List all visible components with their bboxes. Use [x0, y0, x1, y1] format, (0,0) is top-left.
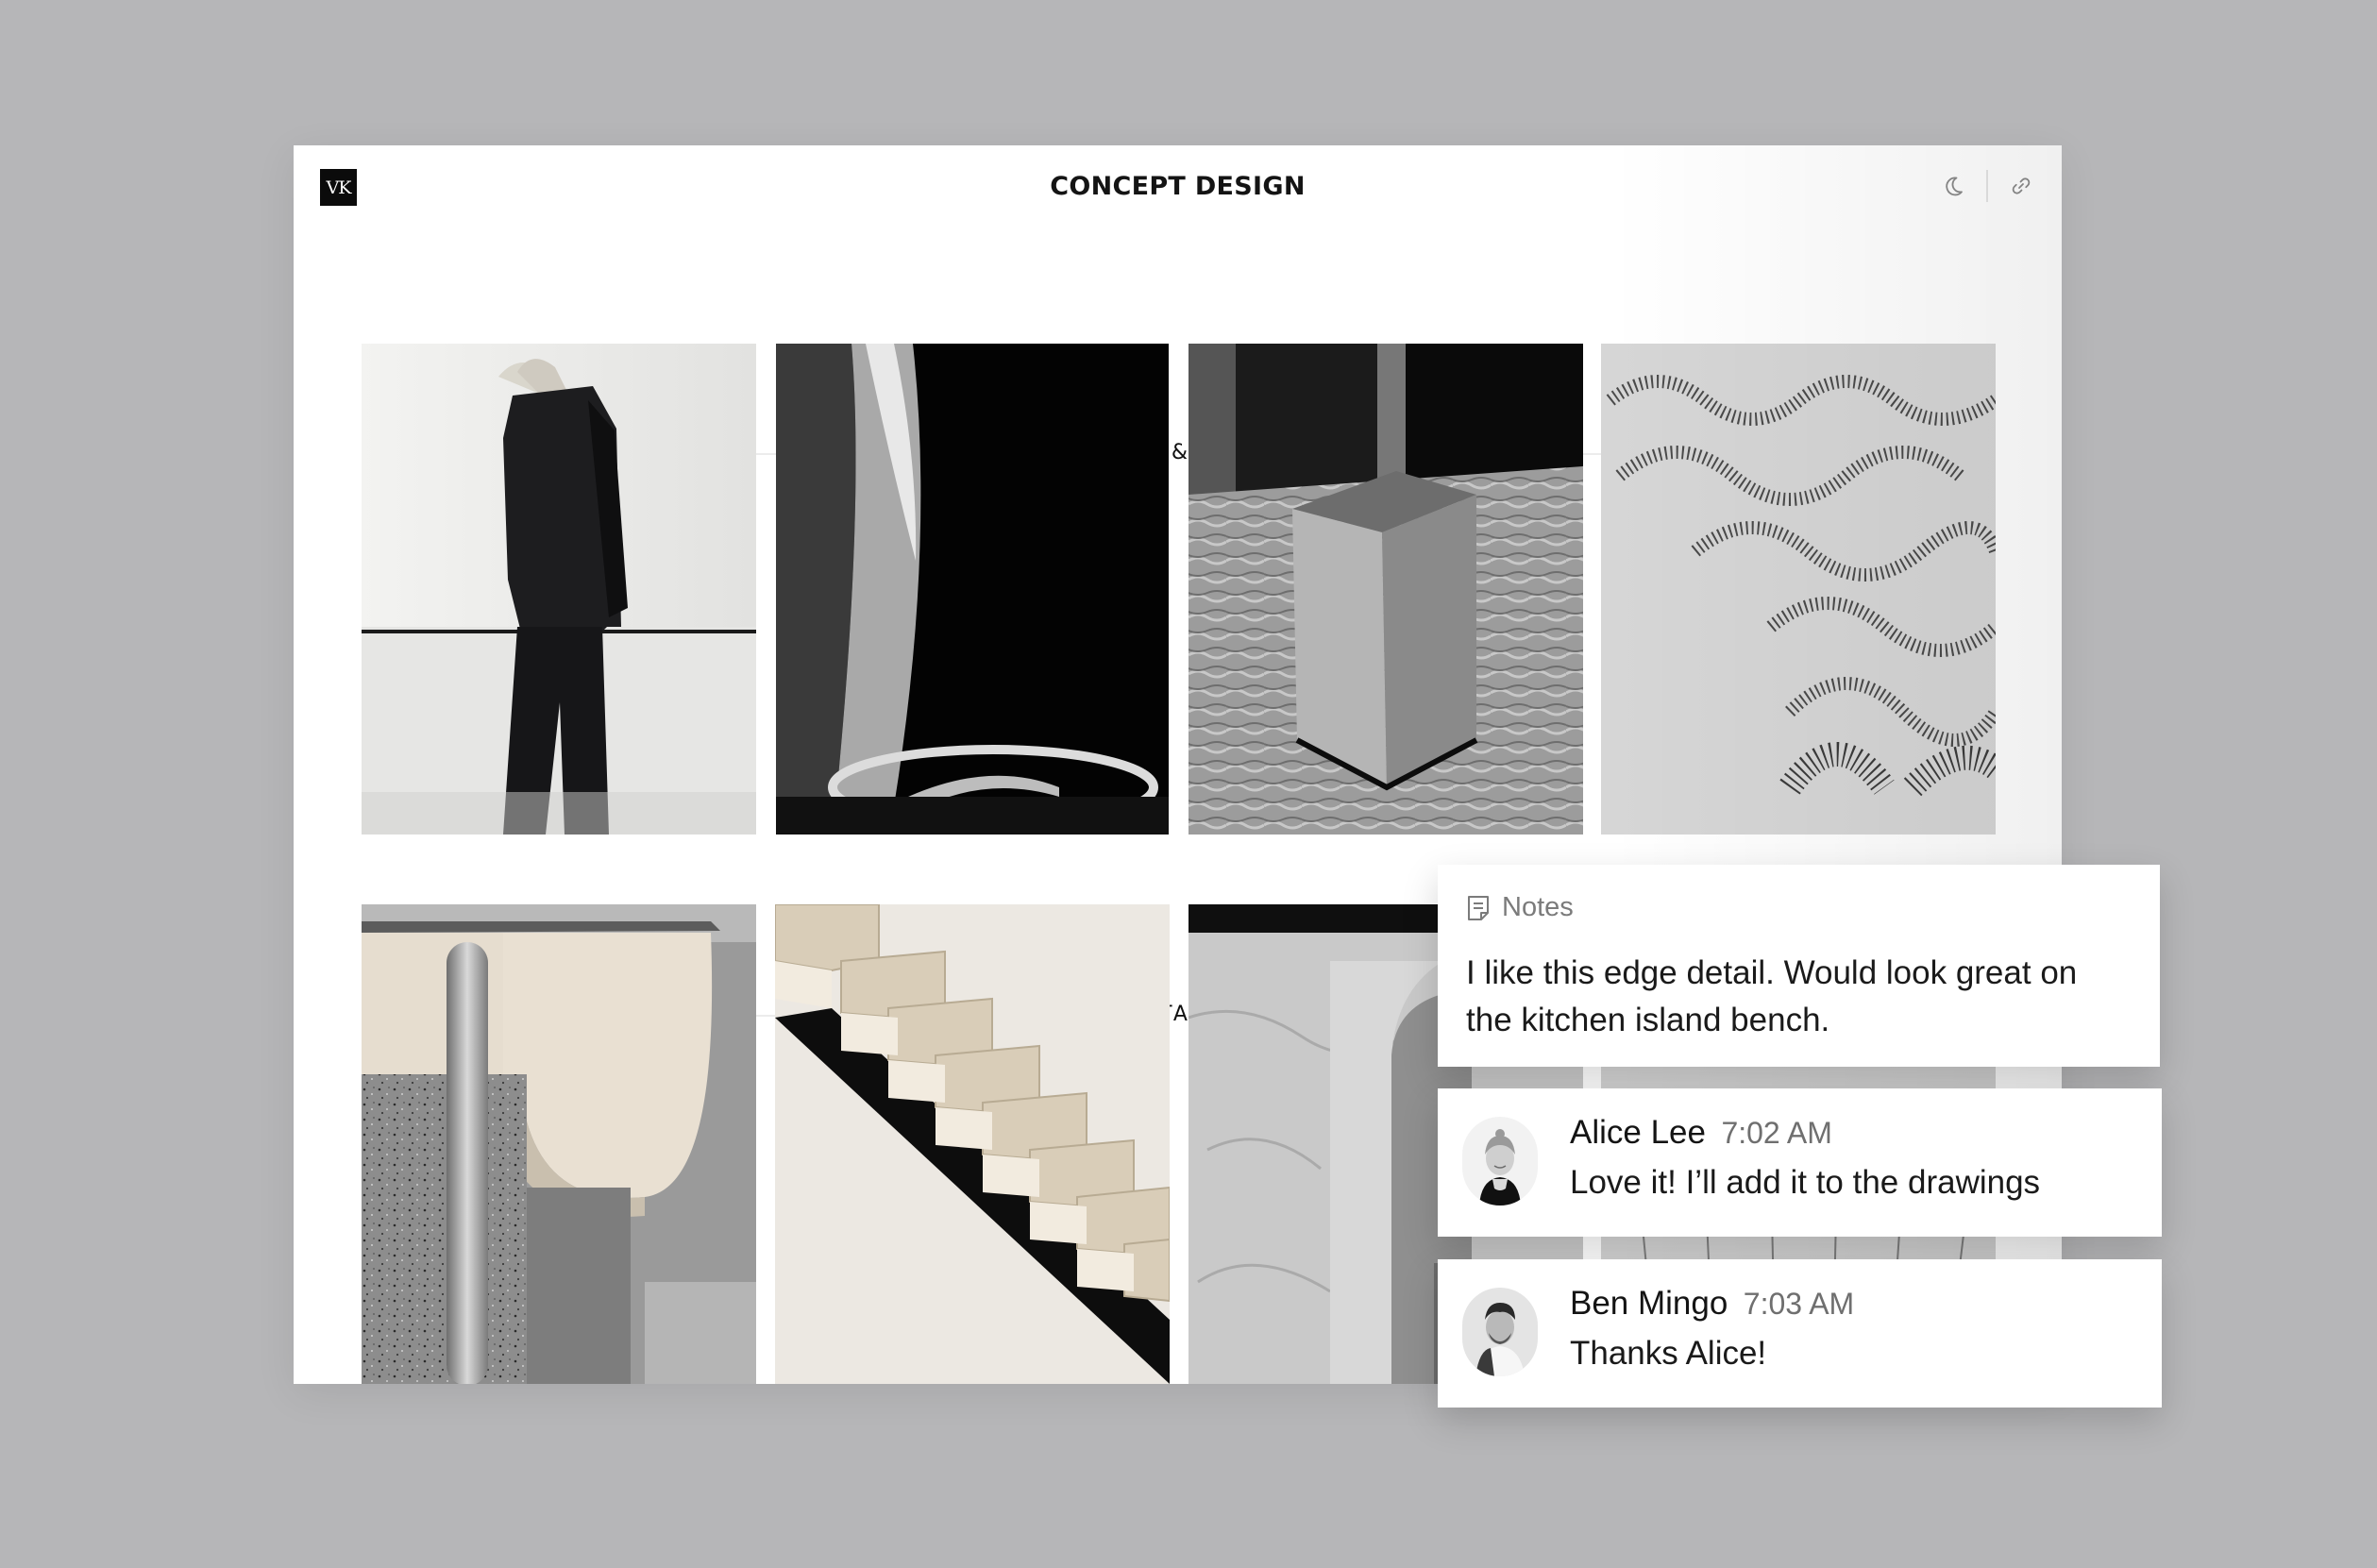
stairs-photo	[775, 904, 1170, 1384]
avatar	[1462, 1288, 1538, 1376]
share-link-button[interactable]	[2007, 172, 2035, 200]
comment-text: Love it! I’ll add it to the drawings	[1570, 1164, 2041, 1201]
comment-card[interactable]: Alice Lee 7:02 AM Love it! I’ll add it t…	[1438, 1088, 2162, 1237]
image-tile-arch[interactable]	[776, 344, 1169, 835]
comment-meta: Alice Lee 7:02 AM	[1570, 1114, 1832, 1152]
architecture-photo	[776, 344, 1169, 835]
bench-detail-photo	[362, 904, 756, 1384]
link-icon	[2012, 177, 2031, 194]
comment-meta: Ben Mingo 7:03 AM	[1570, 1285, 1854, 1323]
notes-card[interactable]: Notes I like this edge detail. Would loo…	[1438, 865, 2160, 1067]
notes-title: Notes	[1502, 892, 1574, 922]
comment-text: Thanks Alice!	[1570, 1335, 1767, 1372]
notes-text: I like this edge detail. Would look grea…	[1466, 954, 2078, 1038]
mirror-plinth-photo	[1188, 344, 1583, 835]
moon-icon	[1946, 177, 1963, 196]
sculpture-photo	[1601, 344, 1996, 835]
notes-header: Notes	[1466, 892, 1574, 923]
comment-author: Alice Lee	[1570, 1114, 1706, 1151]
image-tile-suit[interactable]	[362, 344, 756, 835]
comment-time: 7:03 AM	[1743, 1287, 1855, 1321]
image-tile-mirror-plinth[interactable]	[1188, 344, 1583, 835]
theme-toggle-button[interactable]	[1939, 172, 1967, 200]
suit-photo	[362, 344, 756, 835]
comment-time: 7:02 AM	[1721, 1116, 1832, 1150]
image-tile-bench-detail[interactable]	[362, 904, 756, 1384]
note-icon	[1468, 895, 1489, 920]
board-title: CONCEPT DESIGN	[1050, 172, 1306, 201]
image-tile-stairs[interactable]	[775, 904, 1170, 1384]
comment-author: Ben Mingo	[1570, 1285, 1728, 1322]
ben-avatar-image	[1462, 1288, 1538, 1376]
image-tile-sculpture[interactable]	[1601, 344, 1996, 835]
comment-card[interactable]: Ben Mingo 7:03 AM Thanks Alice!	[1438, 1259, 2162, 1408]
avatar	[1462, 1117, 1538, 1206]
alice-avatar-image	[1462, 1117, 1538, 1206]
toolbar-divider	[1986, 170, 1988, 202]
